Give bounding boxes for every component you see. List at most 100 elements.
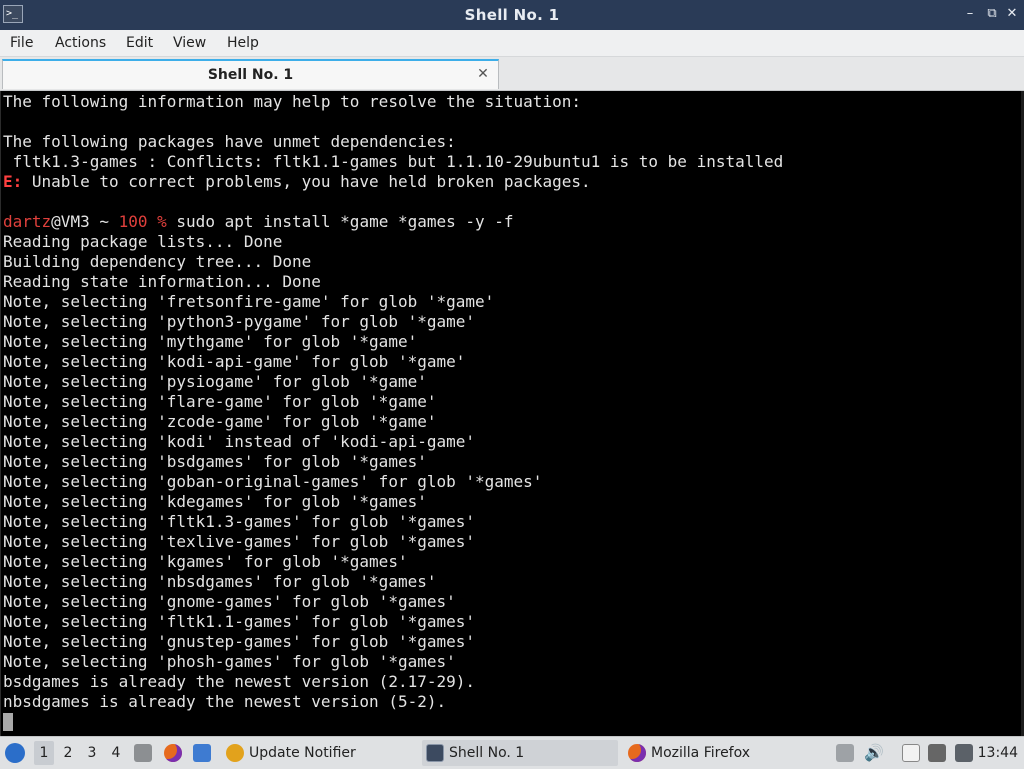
clock[interactable]: 13:44 — [978, 737, 1018, 769]
task-mozilla-firefox[interactable]: Mozilla Firefox — [624, 740, 820, 766]
terminal-line: The following information may help to re… — [3, 92, 581, 112]
task-label: Update Notifier — [249, 745, 356, 761]
application-menu-icon[interactable] — [5, 743, 25, 763]
terminal-line: Note, selecting 'pysiogame' for glob '*g… — [3, 372, 427, 392]
desktop-show-icon[interactable] — [193, 744, 211, 762]
line-text: Note, selecting 'fretsonfire-game' for g… — [3, 292, 495, 311]
task-update-notifier[interactable]: Update Notifier — [222, 740, 418, 766]
prompt-host: @VM3 ~ — [51, 212, 119, 231]
prompt-user: dartz — [3, 212, 52, 231]
line-text: Note, selecting 'goban-original-games' f… — [3, 472, 543, 491]
line-text: Note, selecting 'kgames' for glob '*game… — [3, 552, 408, 571]
terminal-line: Reading package lists... Done — [3, 232, 282, 252]
update-notifier-icon — [226, 744, 244, 762]
line-text: Note, selecting 'phosh-games' for glob '… — [3, 652, 456, 671]
terminal-line: Note, selecting 'phosh-games' for glob '… — [3, 652, 456, 672]
terminal-line: Note, selecting 'mythgame' for glob '*ga… — [3, 332, 417, 352]
terminal-line: Note, selecting 'goban-original-games' f… — [3, 472, 542, 492]
terminal-line: Note, selecting 'gnustep-games' for glob… — [3, 632, 475, 652]
line-text: Note, selecting 'bsdgames' for glob '*ga… — [3, 452, 427, 471]
desktop-2-button[interactable]: 2 — [58, 741, 78, 765]
firefox-launcher-icon[interactable] — [164, 744, 182, 762]
line-text: bsdgames is already the newest version (… — [3, 672, 476, 691]
line-text: Note, selecting 'kodi-api-game' for glob… — [3, 352, 466, 371]
terminal-icon — [426, 744, 444, 762]
terminal-output[interactable]: The following information may help to re… — [0, 91, 1024, 736]
terminal-line: Note, selecting 'python3-pygame' for glo… — [3, 312, 475, 332]
terminal-line: Note, selecting 'kgames' for glob '*game… — [3, 552, 408, 572]
line-text: Note, selecting 'kodi' instead of 'kodi-… — [3, 432, 476, 451]
desktop-4-button[interactable]: 4 — [106, 741, 126, 765]
terminal-line: The following packages have unmet depend… — [3, 132, 456, 152]
line-text: Note, selecting 'nbsdgames' for glob '*g… — [3, 572, 437, 591]
network-icon[interactable] — [955, 744, 973, 762]
shell-prompt-line: dartz@VM3 ~ 100 % sudo apt install *game… — [3, 212, 514, 232]
line-text: Note, selecting 'pysiogame' for glob '*g… — [3, 372, 427, 391]
line-text: Reading package lists... Done — [3, 232, 283, 251]
line-text: Note, selecting 'texlive-games' for glob… — [3, 532, 476, 551]
firefox-icon — [628, 744, 646, 762]
terminal-line: Reading state information... Done — [3, 272, 321, 292]
line-text: Note, selecting 'flare-game' for glob '*… — [3, 392, 437, 411]
error-prefix: E: — [3, 172, 23, 191]
terminal-line: Note, selecting 'flare-game' for glob '*… — [3, 392, 436, 412]
line-text: The following information may help to re… — [3, 92, 581, 111]
tab-shell-1[interactable]: Shell No. 1 ✕ — [2, 59, 499, 89]
terminal-line: Note, selecting 'fretsonfire-game' for g… — [3, 292, 494, 312]
terminal-line: Note, selecting 'texlive-games' for glob… — [3, 532, 475, 552]
line-text: Note, selecting 'python3-pygame' for glo… — [3, 312, 476, 331]
line-text: Unable to correct problems, you have hel… — [22, 172, 591, 191]
task-shell-no-1[interactable]: Shell No. 1 — [422, 740, 618, 766]
line-text: The following packages have unmet depend… — [3, 132, 456, 151]
terminal-line: Note, selecting 'kodi-api-game' for glob… — [3, 352, 465, 372]
volume-icon[interactable]: 🔊 — [864, 737, 884, 769]
line-text: Note, selecting 'zcode-game' for glob '*… — [3, 412, 437, 431]
terminal-line: bsdgames is already the newest version (… — [3, 672, 475, 692]
terminal-line: E: Unable to correct problems, you have … — [3, 172, 591, 192]
prompt-command: sudo apt install *game *games -y -f — [166, 212, 514, 231]
window-titlebar[interactable]: >_ Shell No. 1 – ⧉ ✕ — [0, 0, 1024, 30]
terminal-line: nbsdgames is already the newest version … — [3, 692, 446, 712]
tab-bar: Shell No. 1 ✕ — [0, 57, 1024, 91]
terminal-cursor — [3, 713, 13, 731]
menu-file[interactable]: File — [10, 30, 33, 56]
line-text: nbsdgames is already the newest version … — [3, 692, 447, 711]
terminal-line: Note, selecting 'fltk1.1-games' for glob… — [3, 612, 475, 632]
line-text: Note, selecting 'gnome-games' for glob '… — [3, 592, 456, 611]
terminal-line: Note, selecting 'kodi' instead of 'kodi-… — [3, 432, 475, 452]
clipboard-icon[interactable] — [902, 744, 920, 762]
terminal-line: Note, selecting 'kdegames' for glob '*ga… — [3, 492, 427, 512]
tab-label: Shell No. 1 — [207, 67, 294, 83]
minimize-icon[interactable]: – — [962, 6, 978, 22]
desktop-1-button[interactable]: 1 — [34, 741, 54, 765]
taskbar: 1 2 3 4 Update Notifier Shell No. 1 Mozi… — [0, 736, 1024, 769]
terminal-line: Note, selecting 'gnome-games' for glob '… — [3, 592, 456, 612]
prompt-status: 100 % — [118, 212, 167, 231]
terminal-line: Note, selecting 'bsdgames' for glob '*ga… — [3, 452, 427, 472]
menu-view[interactable]: View — [173, 30, 206, 56]
terminal-line: Building dependency tree... Done — [3, 252, 311, 272]
close-icon[interactable]: ✕ — [1004, 6, 1020, 22]
line-text: Reading state information... Done — [3, 272, 321, 291]
task-label: Shell No. 1 — [449, 745, 525, 761]
menu-bar: File Actions Edit View Help — [0, 30, 1024, 57]
line-text: Note, selecting 'kdegames' for glob '*ga… — [3, 492, 427, 511]
tray-square-icon[interactable] — [836, 744, 854, 762]
menu-actions[interactable]: Actions — [55, 30, 106, 56]
line-text: Note, selecting 'fltk1.3-games' for glob… — [3, 512, 476, 531]
maximize-icon[interactable]: ⧉ — [984, 6, 1000, 22]
line-text: Note, selecting 'gnustep-games' for glob… — [3, 632, 476, 651]
window-title: Shell No. 1 — [464, 6, 560, 24]
menu-edit[interactable]: Edit — [126, 30, 153, 56]
desktop-3-button[interactable]: 3 — [82, 741, 102, 765]
line-text: Note, selecting 'fltk1.1-games' for glob… — [3, 612, 476, 631]
tab-close-icon[interactable]: ✕ — [476, 65, 490, 83]
display-icon[interactable] — [928, 744, 946, 762]
menu-help[interactable]: Help — [227, 30, 259, 56]
file-manager-icon[interactable] — [134, 744, 152, 762]
line-text: fltk1.3-games : Conflicts: fltk1.1-games… — [3, 152, 784, 171]
task-label: Mozilla Firefox — [651, 745, 751, 761]
terminal-line: Note, selecting 'fltk1.3-games' for glob… — [3, 512, 475, 532]
terminal-line: Note, selecting 'zcode-game' for glob '*… — [3, 412, 436, 432]
line-text: Note, selecting 'mythgame' for glob '*ga… — [3, 332, 418, 351]
